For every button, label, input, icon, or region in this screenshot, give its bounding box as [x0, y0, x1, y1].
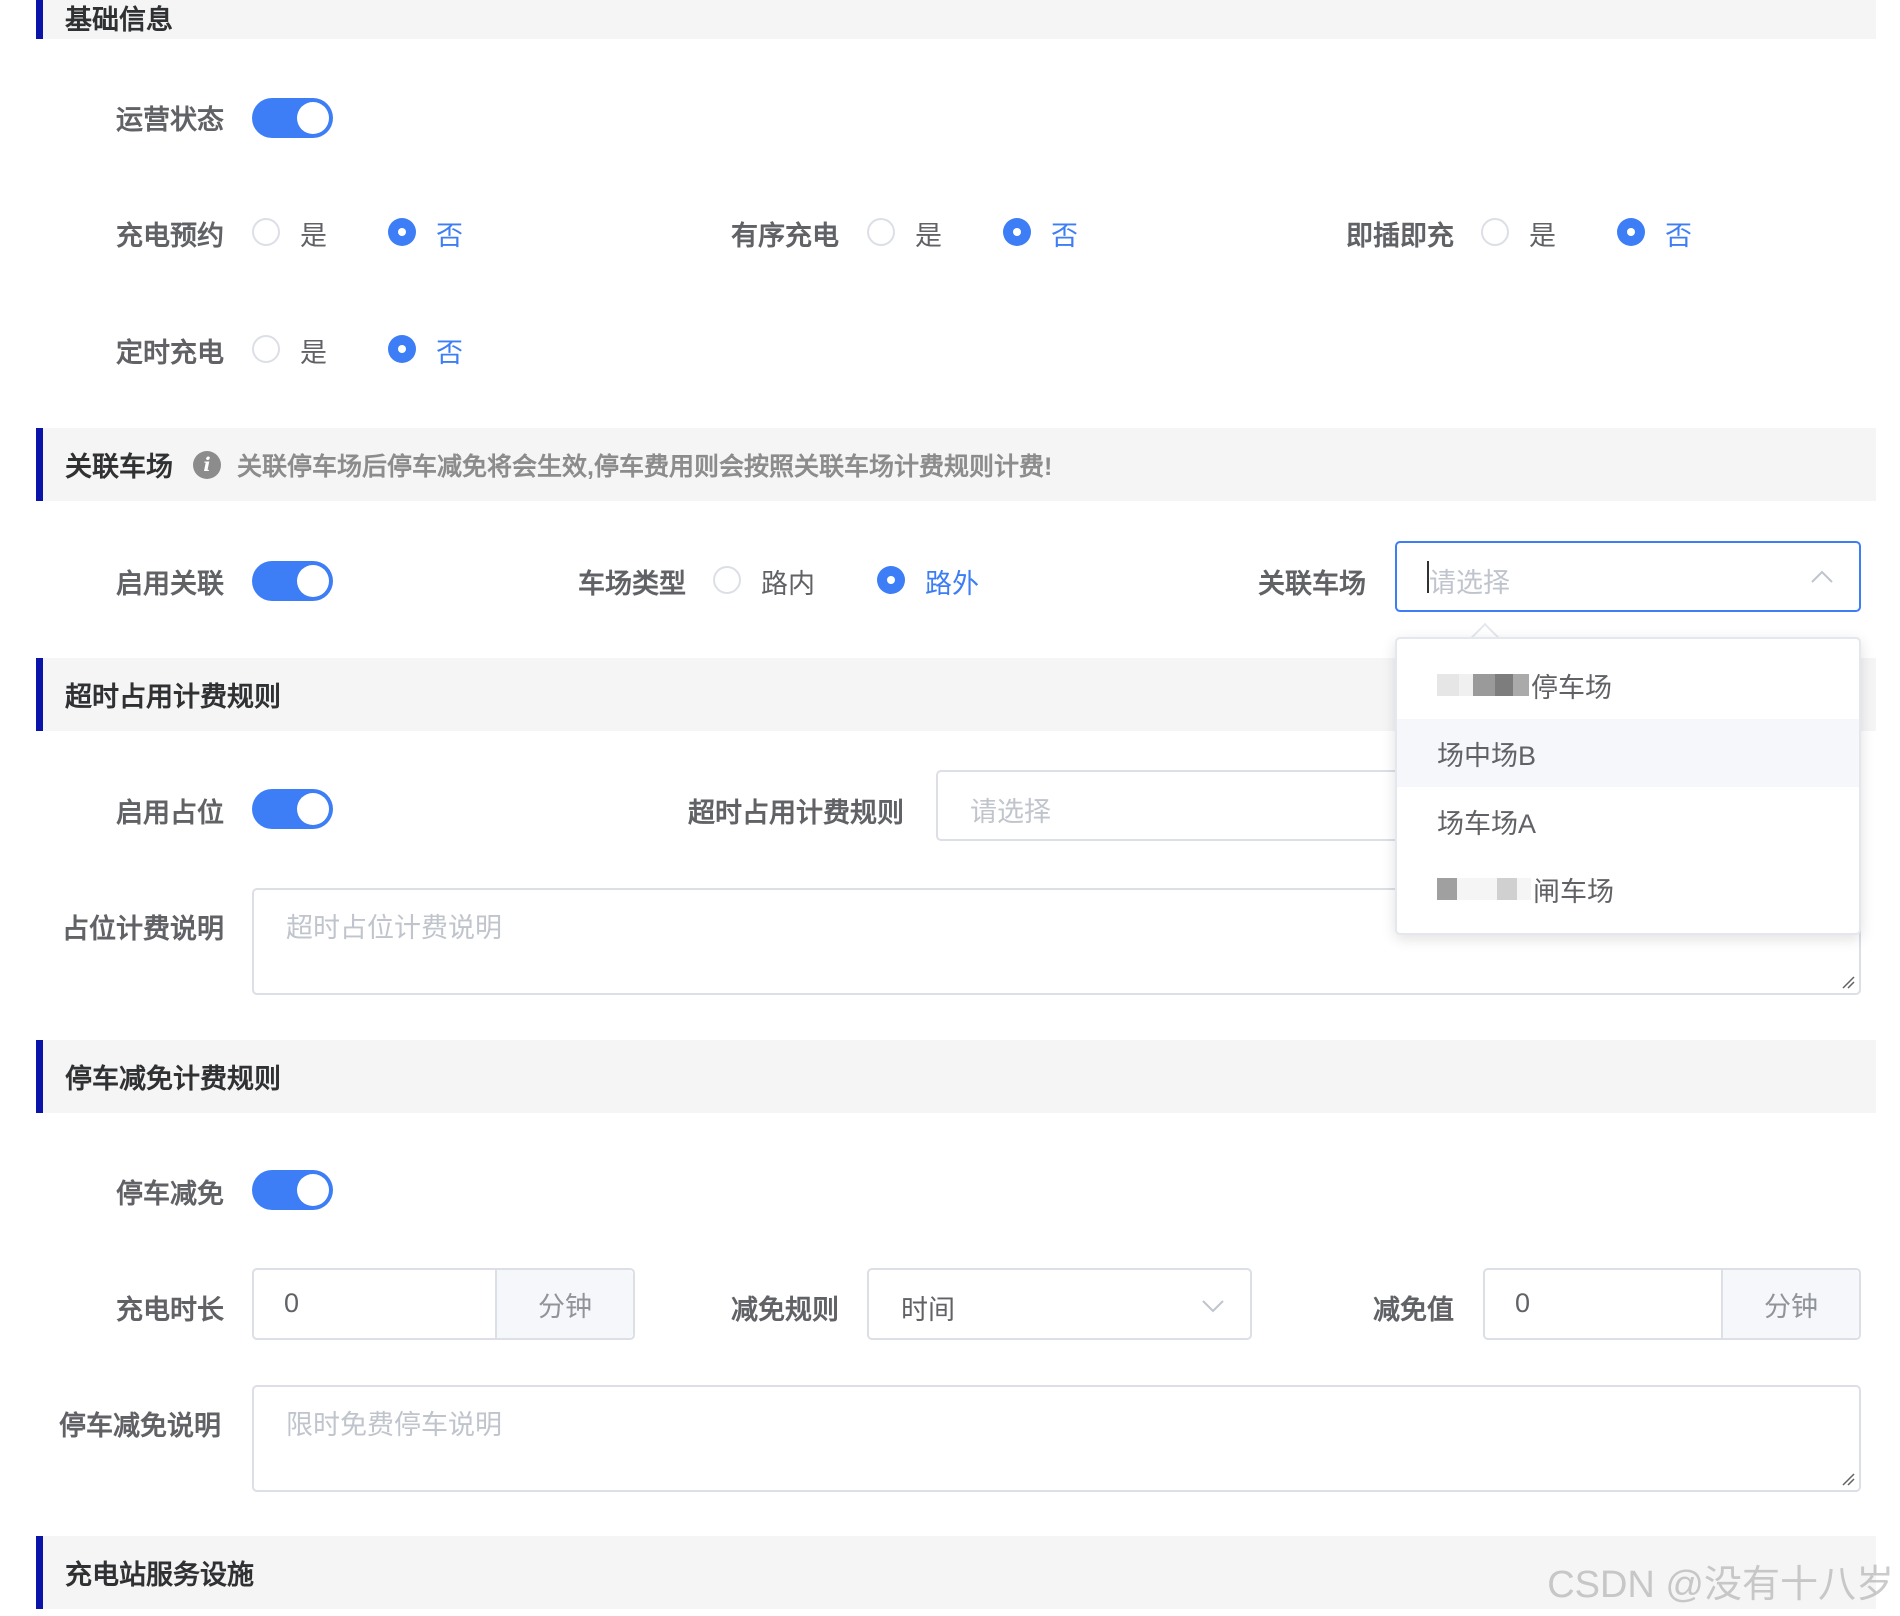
timed-charging-no-text[interactable]: 否	[436, 331, 463, 370]
plug-and-charge-yes-radio[interactable]	[1481, 218, 1509, 246]
enable-occupy-label: 启用占位	[116, 798, 224, 828]
charge-reservation-no-text[interactable]: 否	[436, 214, 463, 253]
plug-and-charge-no-text[interactable]: 否	[1665, 214, 1692, 253]
charge-reservation-yes-radio[interactable]	[252, 218, 280, 246]
reduction-rule-select[interactable]: 时间	[867, 1268, 1252, 1340]
charge-reservation-yes-text[interactable]: 是	[300, 214, 327, 253]
lot-type-onstreet-radio[interactable]	[713, 566, 741, 594]
ordered-charging-no-text[interactable]: 否	[1051, 214, 1078, 253]
plug-and-charge-label: 即插即充	[1346, 221, 1454, 251]
charge-reservation-no-radio[interactable]	[388, 218, 416, 246]
timed-charging-no-radio[interactable]	[388, 335, 416, 363]
dropdown-option-4[interactable]: 闸车场	[1397, 855, 1859, 923]
reduction-value-label: 减免值	[1373, 1295, 1454, 1325]
lot-type-label: 车场类型	[578, 569, 686, 599]
lot-type-offstreet-radio[interactable]	[877, 566, 905, 594]
redacted-text	[1437, 674, 1529, 696]
linked-lot-select[interactable]: 请选择	[1395, 541, 1861, 612]
lot-type-offstreet-text[interactable]: 路外	[925, 562, 979, 601]
ordered-charging-yes-text[interactable]: 是	[915, 214, 942, 253]
plug-and-charge-no-radio[interactable]	[1617, 218, 1645, 246]
charge-duration-unit: 分钟	[495, 1270, 633, 1338]
parking-reduction-label: 停车减免	[116, 1179, 224, 1209]
reduction-description-textarea[interactable]: 限时免费停车说明	[252, 1385, 1861, 1492]
reduction-value-input[interactable]: 0 分钟	[1483, 1268, 1861, 1340]
reduction-description-label: 停车减免说明	[59, 1411, 221, 1441]
reduction-description-placeholder: 限时免费停车说明	[286, 1410, 502, 1440]
charge-duration-input[interactable]: 0 分钟	[252, 1268, 635, 1340]
section-parking-link: 关联车场 i 关联停车场后停车减免将会生效,停车费用则会按照关联车场计费规则计费…	[36, 428, 1876, 501]
chevron-down-icon[interactable]	[1202, 1300, 1224, 1314]
enable-link-label: 启用关联	[116, 569, 224, 599]
linked-lot-dropdown: 停车场 场中场B 场车场A 闸车场	[1395, 637, 1861, 935]
lot-type-onstreet-text[interactable]: 路内	[761, 562, 815, 601]
section-title: 超时占用计费规则	[65, 682, 281, 712]
overtime-rule-label: 超时占用计费规则	[688, 798, 904, 828]
info-icon: i	[193, 450, 221, 479]
reduction-value-unit: 分钟	[1721, 1270, 1859, 1338]
dropdown-option-1[interactable]: 停车场	[1397, 651, 1859, 719]
section-title: 关联车场	[65, 452, 173, 482]
section-basic-info: 基础信息	[36, 0, 1876, 39]
watermark: CSDN @没有十八岁	[1547, 1564, 1894, 1606]
plug-and-charge-yes-text[interactable]: 是	[1529, 214, 1556, 253]
timed-charging-label: 定时充电	[116, 338, 224, 368]
occupy-description-placeholder: 超时占位计费说明	[286, 913, 502, 943]
section-title: 基础信息	[65, 5, 173, 35]
occupy-description-label: 占位计费说明	[62, 914, 224, 944]
dropdown-option-label: 场中场B	[1437, 740, 1537, 771]
timed-charging-yes-radio[interactable]	[252, 335, 280, 363]
ordered-charging-no-radio[interactable]	[1003, 218, 1031, 246]
enable-occupy-switch[interactable]	[252, 789, 333, 829]
linked-lot-label: 关联车场	[1258, 569, 1366, 599]
operation-status-label: 运营状态	[116, 105, 224, 135]
overtime-rule-placeholder: 请选择	[970, 797, 1051, 827]
dropdown-option-label: 场车场A	[1437, 808, 1537, 839]
reduction-rule-value: 时间	[901, 1295, 955, 1325]
redacted-text	[1437, 878, 1531, 900]
dropdown-option-2[interactable]: 场中场B	[1397, 719, 1859, 787]
ordered-charging-yes-radio[interactable]	[867, 218, 895, 246]
section-reduction-rule: 停车减免计费规则	[36, 1040, 1876, 1113]
charge-reservation-label: 充电预约	[116, 221, 224, 251]
section-title: 停车减免计费规则	[65, 1064, 281, 1094]
charge-duration-label: 充电时长	[116, 1295, 224, 1325]
section-tip: 关联停车场后停车减免将会生效,停车费用则会按照关联车场计费规则计费!	[237, 452, 1053, 481]
enable-link-switch[interactable]	[252, 561, 333, 601]
dropdown-option-3[interactable]: 场车场A	[1397, 787, 1859, 855]
operation-status-switch[interactable]	[252, 98, 333, 138]
timed-charging-yes-text[interactable]: 是	[300, 331, 327, 370]
reduction-rule-label: 减免规则	[731, 1295, 839, 1325]
charge-duration-value: 0	[284, 1288, 300, 1318]
resize-handle-icon[interactable]	[1841, 975, 1855, 989]
chevron-up-icon[interactable]	[1811, 569, 1833, 583]
ordered-charging-label: 有序充电	[731, 221, 839, 251]
dropdown-option-label: 闸车场	[1533, 876, 1614, 907]
resize-handle-icon[interactable]	[1841, 1472, 1855, 1486]
dropdown-option-label: 停车场	[1531, 672, 1612, 703]
section-title: 充电站服务设施	[65, 1560, 254, 1590]
parking-reduction-switch[interactable]	[252, 1170, 333, 1210]
reduction-value-value: 0	[1515, 1288, 1531, 1318]
linked-lot-placeholder: 请选择	[1429, 568, 1510, 598]
